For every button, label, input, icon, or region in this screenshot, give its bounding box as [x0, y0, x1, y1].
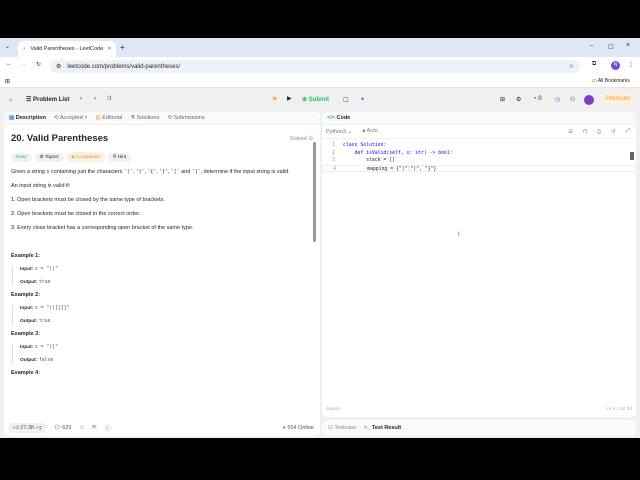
- rule-item: 1. Open brackets must be closed by the s…: [11, 197, 165, 203]
- problem-title: 20. Valid Parentheses: [11, 133, 109, 144]
- shuffle-icon[interactable]: ⤨: [106, 96, 111, 103]
- companies-tag[interactable]: 🔒︎ Companies: [66, 152, 105, 162]
- bookmarks-bar: ⊞ ▭ All Bookmarks: [0, 76, 640, 88]
- tab-testcase[interactable]: ☑ Testcase: [328, 425, 356, 431]
- description-footer: 👍︎ 27.3K 👎︎ 💬︎ 629 ☆ ⇱ ⓘ ● 554 Online: [4, 420, 320, 436]
- leetcode-logo-icon[interactable]: ◐: [9, 95, 14, 104]
- leetcode-app: ◐ ☰ Problem List ‹ › ⤨ ⚑ ▶ ⊕ Submit ▢ ✦ …: [0, 88, 640, 438]
- description-scrollbar[interactable]: [313, 142, 316, 242]
- bookmark-star-icon[interactable]: ☆: [569, 63, 574, 70]
- layout-icon[interactable]: ⊞: [500, 96, 505, 103]
- hint-tag[interactable]: ⚲ Hint: [107, 153, 132, 162]
- valid-if-text: An input string is valid if:: [11, 183, 71, 189]
- url-field[interactable]: ⚙ leetcode.com/problems/valid-parentheses…: [50, 60, 580, 73]
- tab-accepted[interactable]: ⟲ Accepted ×: [54, 115, 88, 121]
- reset-icon[interactable]: ↺: [611, 129, 616, 135]
- debug-icon[interactable]: ⚑: [272, 96, 277, 103]
- url-text: leetcode.com/problems/valid-parentheses/: [67, 63, 181, 70]
- back-icon[interactable]: ←: [6, 61, 12, 67]
- problem-list-link[interactable]: ☰ Problem List: [26, 96, 69, 103]
- description-content: 20. Valid Parentheses Solved ⊙ Easy ⊘ Topi…: [4, 125, 320, 425]
- favorite-icon[interactable]: ☆: [79, 425, 84, 431]
- code-panel: </> Code Python3 ⌄ 🔒︎ Auto ☰ ⊓ {} ↺ ⤢ 1 class…: [322, 112, 636, 417]
- problem-statement: Given a string s containing just the cha…: [11, 169, 290, 175]
- code-line: class Solution:: [343, 143, 387, 148]
- browser-tab-bar: ⌄ ◐ Valid Parentheses - LeetCode × + – ▢ ×: [0, 38, 640, 57]
- streak-counter[interactable]: ◔ 0: [533, 96, 542, 102]
- user-avatar[interactable]: [584, 95, 594, 105]
- topics-tag[interactable]: ⊘ Topics: [34, 153, 64, 162]
- code-line: mapping = {")":"(", "}"}: [344, 166, 437, 172]
- tab-editorial[interactable]: ▥ Editorial: [96, 115, 123, 121]
- browser-tab[interactable]: ◐ Valid Parentheses - LeetCode ×: [18, 41, 116, 57]
- online-count: ● 554 Online: [282, 425, 314, 431]
- site-info-icon[interactable]: ⚙: [56, 63, 61, 70]
- share-icon[interactable]: ⇱: [92, 425, 97, 431]
- difficulty-badge: Easy: [11, 153, 32, 162]
- tab-solutions[interactable]: ⚗ Solutions: [130, 115, 159, 121]
- tab-description[interactable]: ▤ Description: [9, 115, 46, 121]
- new-tab-icon[interactable]: +: [120, 43, 125, 52]
- leetcode-favicon-icon: ◐: [23, 46, 27, 52]
- profile-avatar[interactable]: N: [611, 61, 620, 70]
- premium-button[interactable]: Premium: [600, 94, 637, 104]
- minimize-icon[interactable]: –: [590, 43, 593, 49]
- extensions-icon[interactable]: ⧉: [592, 61, 596, 68]
- comments-button[interactable]: 💬︎ 629: [54, 425, 72, 431]
- code-editor[interactable]: 1 class Solution: 2 def isValid(self, s: …: [322, 139, 636, 172]
- forward-icon[interactable]: →: [21, 61, 27, 67]
- ai-icon[interactable]: ✦: [360, 96, 365, 103]
- braces-icon[interactable]: {}: [597, 129, 601, 135]
- format-icon[interactable]: ☰: [568, 129, 573, 135]
- apps-icon[interactable]: ⊞: [5, 78, 10, 85]
- text-cursor-icon: I: [458, 232, 460, 238]
- bookmark-icon[interactable]: ⊓: [583, 129, 587, 135]
- editor-status-bar: Saved Ln 4, Col 32: [326, 407, 632, 412]
- settings-icon[interactable]: ⚙: [516, 96, 521, 103]
- code-tabs: </> Code: [322, 112, 636, 125]
- example-1: Example 1: Input: s = "()" Output: true: [11, 253, 313, 285]
- editor-scrollbar[interactable]: [630, 152, 634, 160]
- language-select[interactable]: Python3 ⌄: [326, 129, 352, 135]
- menu-icon[interactable]: ⋮: [628, 61, 634, 68]
- tab-code[interactable]: </> Code: [327, 115, 350, 121]
- dislike-icon: 👎︎: [36, 425, 42, 431]
- console-tabs: ☑ Testcase >_ Test Result: [322, 420, 636, 436]
- tab-title: Valid Parentheses - LeetCode: [30, 46, 104, 52]
- fullscreen-icon[interactable]: ⤢: [626, 128, 630, 135]
- like-button[interactable]: 👍︎ 27.3K 👎︎: [9, 423, 46, 433]
- close-tab-icon[interactable]: ×: [108, 46, 111, 52]
- notes-icon[interactable]: ▢: [343, 96, 349, 103]
- help-icon[interactable]: ⓘ: [105, 424, 111, 432]
- timer-icon[interactable]: ◷: [555, 96, 560, 103]
- tab-search-icon[interactable]: ⌄: [5, 43, 10, 50]
- rule-item: 3. Every close bracket has a correspondi…: [11, 225, 194, 231]
- address-bar-row: ← → ↻ ⚙ leetcode.com/problems/valid-paren…: [0, 57, 640, 76]
- next-problem-icon[interactable]: ›: [94, 96, 96, 102]
- code-line: stack = []: [343, 158, 395, 163]
- all-bookmarks[interactable]: ▭ All Bookmarks: [592, 78, 630, 84]
- close-window-icon[interactable]: ×: [626, 42, 630, 49]
- solved-badge: Solved ⊙: [290, 135, 313, 142]
- code-line: def isValid(self, s: str) -> bool:: [343, 150, 453, 156]
- example-3: Example 3: Input: s = "(]" Output: false: [11, 331, 313, 363]
- tab-submissions[interactable]: ⟲ Submissions: [167, 115, 204, 121]
- invite-icon[interactable]: ⚇: [570, 96, 575, 103]
- rule-item: 2. Open brackets must be closed in the c…: [11, 211, 141, 217]
- leetcode-header: ◐ ☰ Problem List ‹ › ⤨ ⚑ ▶ ⊕ Submit ▢ ✦ …: [0, 88, 640, 112]
- description-tabs: ▤ Description ⟲ Accepted × ▥ Editorial ⚗…: [4, 112, 320, 125]
- example-4-title: Example 4:: [11, 370, 41, 376]
- run-icon[interactable]: ▶: [287, 95, 292, 102]
- auto-mode[interactable]: 🔒︎ Auto: [362, 128, 377, 135]
- maximize-icon[interactable]: ▢: [608, 43, 614, 50]
- reload-icon[interactable]: ↻: [36, 61, 41, 68]
- description-panel: ▤ Description ⟲ Accepted × ▥ Editorial ⚗…: [4, 112, 320, 436]
- prev-problem-icon[interactable]: ‹: [80, 96, 82, 102]
- example-2: Example 2: Input: s = "()[]{}" Output: tru…: [11, 292, 313, 324]
- submit-button[interactable]: ⊕ Submit: [302, 96, 329, 103]
- tab-test-result[interactable]: >_ Test Result: [364, 425, 401, 431]
